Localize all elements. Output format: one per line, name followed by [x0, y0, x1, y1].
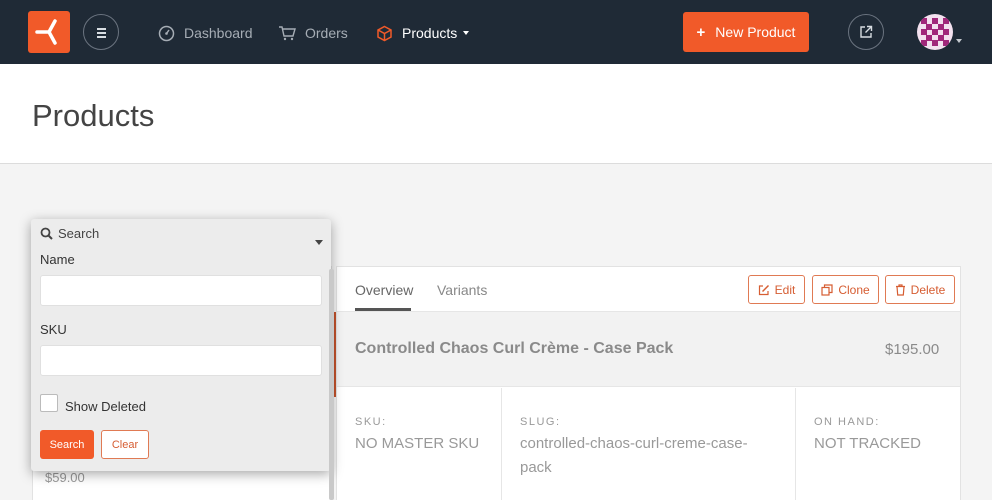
top-navbar	[0, 0, 992, 64]
name-input[interactable]	[40, 275, 322, 306]
sku-input[interactable]	[40, 345, 322, 376]
plus-icon: +	[696, 23, 706, 41]
list-item-price: $59.00	[45, 470, 85, 485]
menu-toggle-button[interactable]	[83, 14, 119, 50]
app-logo[interactable]	[28, 11, 70, 53]
chevron-down-icon	[956, 39, 962, 43]
slug-value-line: controlled-chaos-curl-creme-case-	[520, 435, 748, 452]
tab-overview[interactable]: Overview	[355, 282, 413, 298]
nav-dashboard[interactable]: Dashboard	[158, 22, 253, 44]
clone-label: Clone	[838, 282, 870, 297]
nav-dashboard-label: Dashboard	[184, 25, 253, 41]
nav-products[interactable]: Products	[376, 22, 470, 44]
show-deleted-checkbox[interactable]	[40, 394, 58, 412]
product-price: $195.00	[885, 341, 940, 358]
collapse-toggle[interactable]	[315, 232, 323, 250]
slug-value: controlled-chaos-curl-creme-case- pack	[520, 432, 748, 480]
slug-label: SLUG:	[520, 416, 561, 428]
list-scrollbar[interactable]	[329, 269, 334, 500]
on-hand-value: NOT TRACKED	[814, 435, 921, 452]
dashboard-icon	[158, 25, 175, 41]
new-product-button[interactable]: + New Product	[683, 12, 809, 52]
open-storefront-button[interactable]	[848, 14, 884, 50]
user-avatar[interactable]	[917, 14, 953, 50]
edit-button[interactable]: Edit	[748, 275, 805, 304]
column-divider	[795, 388, 796, 500]
edit-label: Edit	[774, 282, 796, 297]
user-avatar-icon	[917, 14, 953, 50]
tab-variants[interactable]: Variants	[437, 282, 487, 298]
clear-button[interactable]: Clear	[101, 430, 149, 459]
show-deleted-label: Show Deleted	[65, 399, 146, 414]
nav-orders-label: Orders	[305, 25, 348, 41]
clone-icon	[821, 283, 833, 296]
name-label: Name	[40, 252, 75, 267]
search-button[interactable]: Search	[40, 430, 94, 459]
on-hand-label: ON HAND:	[814, 416, 880, 428]
page-header: Products	[0, 64, 992, 164]
cube-icon	[377, 25, 392, 41]
sku-value: NO MASTER SKU	[355, 435, 480, 452]
search-popover-title: Search	[58, 226, 100, 241]
sku-field-label: SKU	[40, 322, 67, 337]
cart-icon	[279, 26, 296, 41]
external-link-icon	[860, 25, 873, 38]
product-name: Controlled Chaos Curl Crème - Case Pack	[355, 340, 674, 357]
edit-icon	[758, 284, 769, 295]
trash-icon	[895, 283, 905, 296]
sku-label: SKU:	[355, 416, 387, 428]
clone-button[interactable]: Clone	[812, 275, 879, 304]
hamburger-icon	[97, 28, 106, 30]
chevron-down-icon	[315, 240, 323, 245]
search-popover-header[interactable]: Search	[40, 226, 99, 241]
logo-icon	[35, 19, 57, 45]
delete-button[interactable]: Delete	[885, 275, 955, 304]
nav-products-label: Products	[402, 25, 458, 41]
new-product-label: New Product	[715, 24, 796, 40]
avatar-dropdown-toggle[interactable]	[956, 30, 962, 48]
slug-value-line: pack	[520, 459, 552, 476]
search-icon	[40, 227, 53, 240]
chevron-down-icon	[463, 31, 470, 35]
delete-label: Delete	[910, 282, 946, 297]
column-divider	[501, 388, 502, 500]
nav-orders[interactable]: Orders	[278, 22, 348, 44]
page-title: Products	[32, 98, 155, 133]
